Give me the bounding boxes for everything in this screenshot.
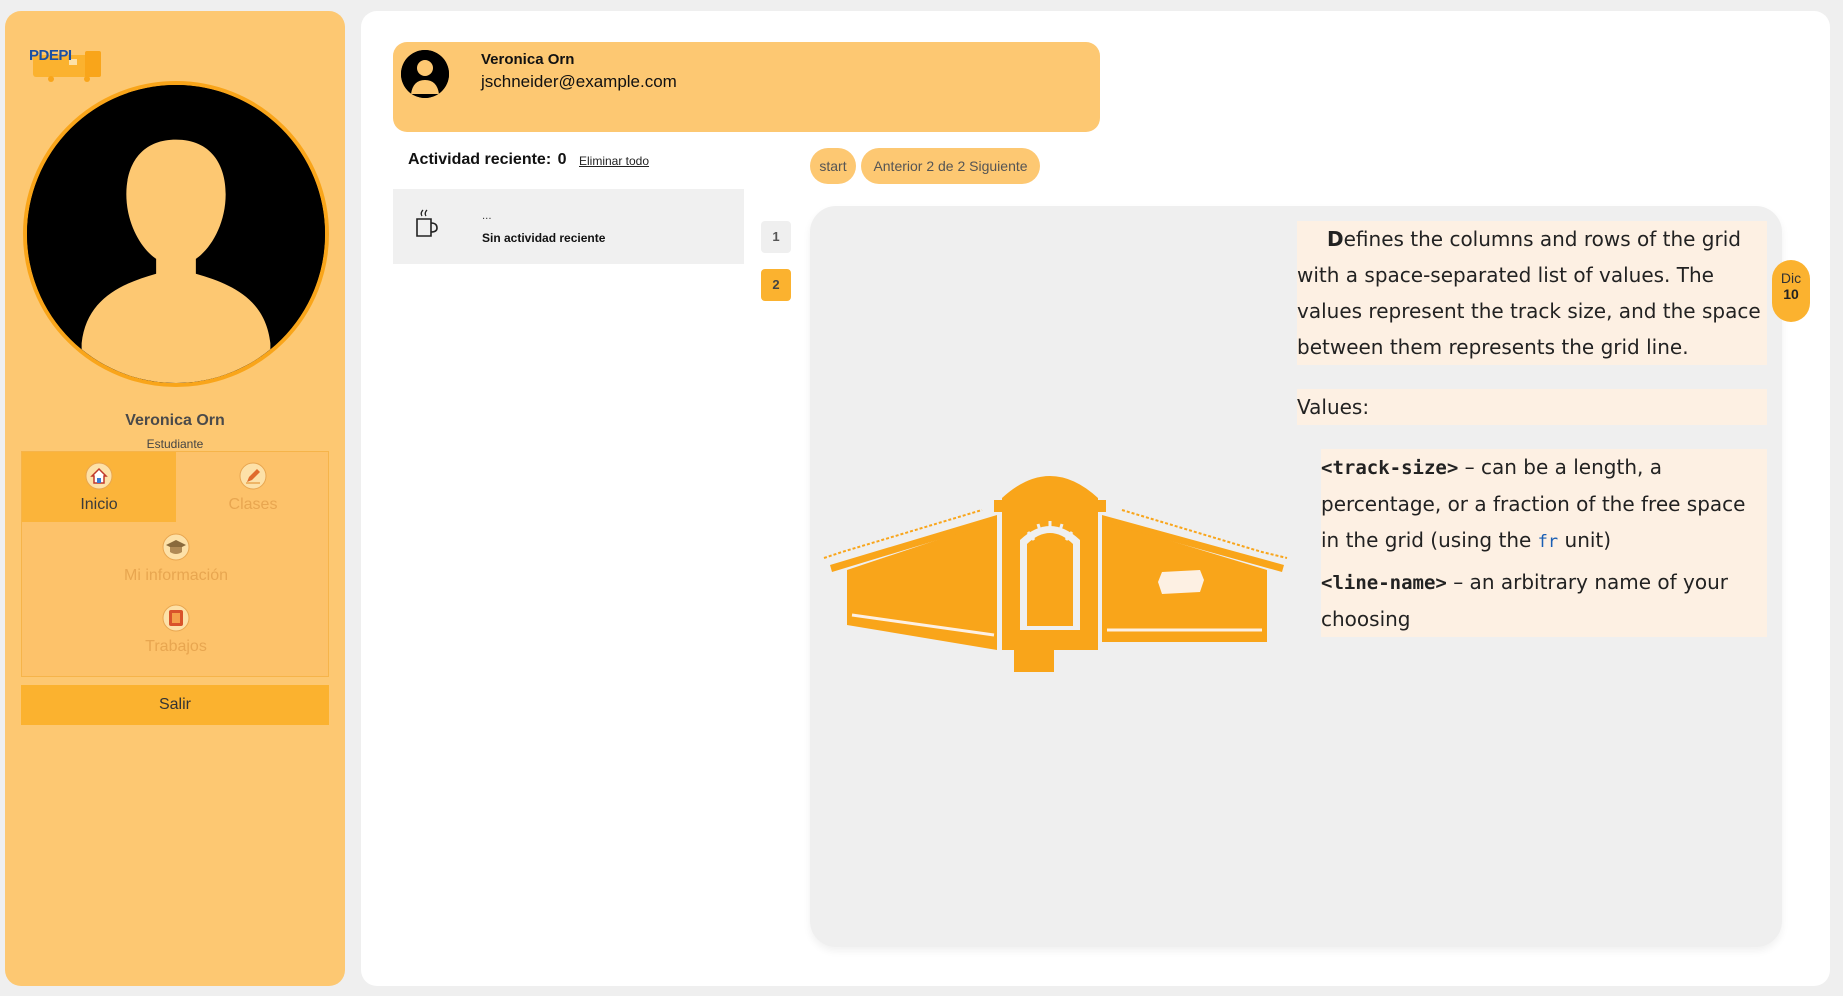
values-list: <track-size> – can be a length, a percen… bbox=[1321, 449, 1767, 637]
sidebar-user-name: Veronica Orn bbox=[125, 412, 225, 429]
start-button[interactable]: start bbox=[810, 148, 856, 184]
values-label: Values: bbox=[1297, 389, 1767, 425]
sidebar-menu: Inicio Clases Mi información Trabajos bbox=[21, 451, 329, 677]
logo-text: PDEPI bbox=[29, 47, 72, 64]
fr-code: fr bbox=[1537, 532, 1559, 552]
home-icon bbox=[85, 462, 113, 490]
line-name-code: <line-name> bbox=[1321, 572, 1447, 594]
content-card: Defines the columns and rows of the grid… bbox=[810, 206, 1782, 947]
date-month: Dic bbox=[1780, 270, 1802, 286]
sidebar-item-label: Inicio bbox=[80, 496, 118, 513]
track-size-code: <track-size> bbox=[1321, 457, 1459, 479]
clear-all-link[interactable]: Eliminar todo bbox=[579, 154, 649, 168]
track-size-text-2: unit) bbox=[1558, 528, 1612, 552]
logo[interactable]: PDEPI bbox=[29, 41, 119, 85]
coffee-cup-icon bbox=[416, 209, 438, 237]
sidebar-item-label: Mi información bbox=[123, 567, 229, 584]
book-icon bbox=[162, 604, 190, 632]
sidebar-item-trabajos[interactable]: Trabajos bbox=[99, 594, 253, 664]
activity-list-item: ... Sin actividad reciente bbox=[393, 189, 744, 264]
page-button-2[interactable]: 2 bbox=[761, 269, 791, 301]
sidebar-item-mi-informacion[interactable]: Mi información bbox=[99, 523, 253, 593]
page-button-1[interactable]: 1 bbox=[761, 221, 791, 253]
logout-button[interactable]: Salir bbox=[21, 685, 329, 725]
sidebar-item-clases[interactable]: Clases bbox=[176, 452, 330, 522]
profile-avatar bbox=[23, 81, 329, 387]
activity-item-dots: ... bbox=[482, 211, 492, 222]
user-silhouette-icon bbox=[401, 50, 449, 98]
user-silhouette-icon bbox=[27, 85, 325, 383]
activity-item-text: Sin actividad reciente bbox=[482, 231, 606, 245]
activity-heading: Actividad reciente: 0 bbox=[408, 151, 567, 169]
sidebar: PDEPI Veronica Orn Estudiante Inicio Cla… bbox=[5, 11, 345, 986]
building-illustration-icon bbox=[823, 476, 1288, 672]
graduation-cap-icon bbox=[162, 533, 190, 561]
activity-title: Actividad reciente: bbox=[408, 151, 552, 168]
intro-paragraph: Defines the columns and rows of the grid… bbox=[1297, 221, 1767, 365]
user-email: jschneider@example.com bbox=[481, 72, 677, 91]
date-day: 10 bbox=[1783, 286, 1799, 302]
main-panel: Veronica Orn jschneider@example.com Acti… bbox=[361, 11, 1830, 986]
grid-description: Defines the columns and rows of the grid… bbox=[1297, 221, 1767, 641]
pencil-icon bbox=[239, 462, 267, 490]
list-item: <line-name> – an arbitrary name of your … bbox=[1321, 564, 1767, 637]
sidebar-user-role: Estudiante bbox=[146, 437, 204, 451]
dropcap: D bbox=[1327, 227, 1344, 251]
avatar bbox=[401, 50, 449, 98]
intro-text: efines the columns and rows of the grid … bbox=[1297, 227, 1761, 359]
activity-count: 0 bbox=[557, 151, 567, 168]
pager-button[interactable]: Anterior 2 de 2 Siguiente bbox=[861, 148, 1040, 184]
user-card: Veronica Orn jschneider@example.com bbox=[393, 42, 1100, 132]
list-item: <track-size> – can be a length, a percen… bbox=[1321, 449, 1767, 560]
date-badge: Dic 10 bbox=[1772, 260, 1810, 322]
sidebar-item-label: Trabajos bbox=[145, 638, 207, 655]
sidebar-item-label: Clases bbox=[228, 496, 278, 513]
sidebar-item-inicio[interactable]: Inicio bbox=[22, 452, 176, 522]
user-name: Veronica Orn bbox=[481, 51, 575, 68]
